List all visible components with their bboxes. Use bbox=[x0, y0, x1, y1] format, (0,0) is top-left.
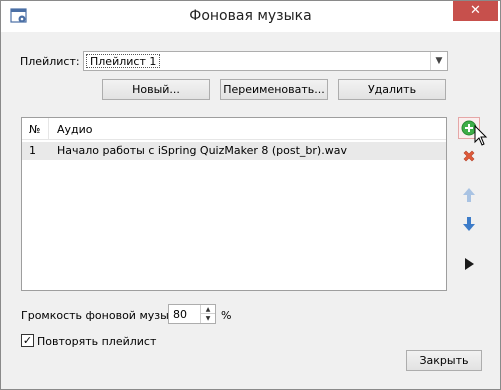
move-up-icon bbox=[463, 188, 475, 202]
playlist-selected-value: Плейлист 1 bbox=[86, 54, 161, 68]
remove-icon bbox=[463, 150, 475, 162]
close-button[interactable]: Закрыть bbox=[406, 350, 482, 371]
list-item-number: 1 bbox=[29, 144, 36, 157]
rename-playlist-button[interactable]: Переименовать... bbox=[220, 79, 328, 100]
repeat-label[interactable]: Повторять плейлист bbox=[37, 335, 156, 348]
mouse-cursor-icon bbox=[474, 125, 488, 146]
volume-value[interactable]: 80 bbox=[173, 308, 187, 321]
volume-unit: % bbox=[221, 309, 232, 322]
title-bar: Фоновая музыка ✕ bbox=[1, 1, 500, 32]
column-header-number[interactable]: № bbox=[29, 123, 40, 136]
playlist-label: Плейлист: bbox=[20, 55, 80, 68]
chevron-down-icon[interactable]: ▼ bbox=[430, 52, 447, 70]
delete-playlist-button[interactable]: Удалить bbox=[338, 79, 446, 100]
playlist-select[interactable]: Плейлист 1 ▼ bbox=[83, 51, 448, 71]
list-item[interactable]: 1 Начало работы с iSpring QuizMaker 8 (p… bbox=[22, 142, 446, 160]
volume-label: Громкость фоновой музыки: bbox=[21, 309, 187, 322]
volume-stepper[interactable]: 80 ▲ ▼ bbox=[168, 304, 216, 324]
list-header: № Аудио bbox=[22, 118, 446, 140]
dialog-window: Фоновая музыка ✕ Плейлист: Плейлист 1 ▼ … bbox=[0, 0, 501, 390]
audio-list[interactable]: № Аудио 1 Начало работы с iSpring QuizMa… bbox=[21, 117, 447, 291]
column-divider bbox=[48, 118, 49, 140]
window-title: Фоновая музыка bbox=[189, 8, 312, 24]
remove-audio-button[interactable] bbox=[458, 145, 480, 167]
play-button[interactable] bbox=[458, 253, 480, 275]
play-icon bbox=[465, 258, 474, 270]
move-up-button[interactable] bbox=[458, 184, 480, 206]
stepper-up-icon[interactable]: ▲ bbox=[201, 305, 215, 314]
repeat-checkbox[interactable]: ✓ bbox=[21, 334, 34, 347]
move-down-icon bbox=[463, 217, 475, 231]
stepper-down-icon[interactable]: ▼ bbox=[201, 314, 215, 323]
new-playlist-button[interactable]: Новый... bbox=[102, 79, 210, 100]
list-item-audio: Начало работы с iSpring QuizMaker 8 (pos… bbox=[57, 144, 347, 157]
column-header-audio[interactable]: Аудио bbox=[57, 123, 93, 136]
close-window-button[interactable]: ✕ bbox=[453, 1, 498, 21]
stepper-arrows: ▲ ▼ bbox=[200, 305, 215, 323]
move-down-button[interactable] bbox=[458, 213, 480, 235]
